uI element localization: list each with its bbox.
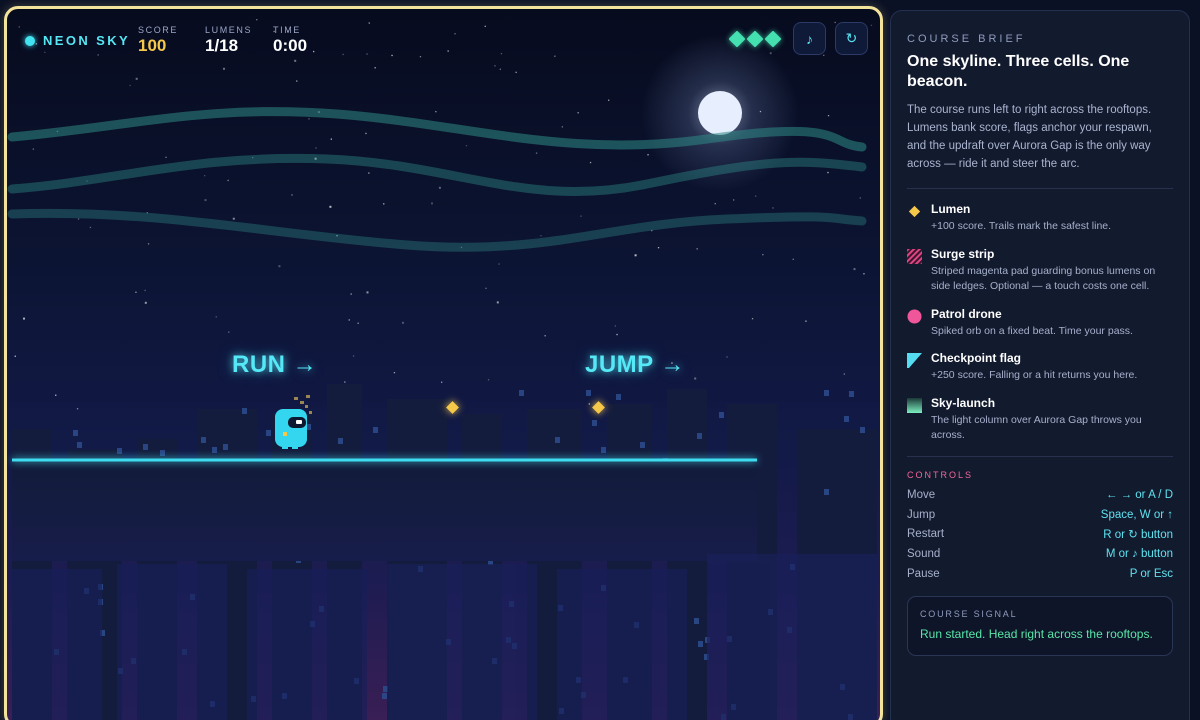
lumen-pickup — [592, 401, 605, 414]
legend-desc: Spiked orb on a fixed beat. Time your pa… — [931, 324, 1133, 337]
moon — [698, 91, 742, 135]
signal-message: Run started. Head right across the rooft… — [920, 627, 1153, 642]
game-scene — [7, 19, 877, 720]
legend-desc: +100 score. Trails mark the safest line. — [931, 220, 1112, 232]
time-value: 0:00 — [273, 36, 308, 55]
brief-body: The course runs left to right across the… — [907, 104, 1152, 170]
coach-text-run: RUN → — [232, 351, 318, 378]
life-cells — [728, 30, 782, 48]
legend-name: Lumen — [931, 202, 971, 216]
control-action: Restart — [907, 528, 945, 541]
player-character — [275, 395, 312, 449]
time-label: TIME — [273, 25, 301, 35]
legend-item: Checkpoint flag +250 score. Falling or a… — [907, 351, 1173, 384]
life-cell-icon — [728, 30, 746, 48]
coach-text-jump: JUMP → — [585, 351, 685, 378]
legend-desc: +250 score. Falling or a hit returns you… — [931, 369, 1138, 381]
game-viewport[interactable]: NEON SKY SCORE 100 LUMENS 1/18 TIME 0:00… — [4, 6, 883, 720]
music-note-icon: ♪ — [806, 30, 813, 47]
brief-title: One skyline. Three cells. One beacon. — [907, 53, 1130, 90]
divider — [907, 455, 1173, 457]
life-cell-icon — [764, 30, 782, 48]
legend-item: Sky-launch The light column over Aurora … — [907, 396, 1173, 444]
control-row: Jump Space, W or ↑ — [907, 505, 1173, 525]
lower-skyline — [12, 554, 877, 720]
controls-title: CONTROLS — [907, 469, 974, 480]
course-signal-box: COURSE SIGNAL Run started. Head right ac… — [907, 596, 1173, 657]
life-cell-icon — [746, 30, 764, 48]
lumens-value: 1/18 — [205, 36, 239, 55]
score-stat: SCORE 100 — [138, 25, 178, 56]
control-keys: Space, W or ↑ — [1100, 508, 1173, 521]
brief-kicker: COURSE BRIEF — [907, 33, 1026, 45]
control-action: Move — [907, 489, 936, 502]
controls-list: Move ← → or A / D Jump Space, W or ↑ Res… — [907, 486, 1173, 584]
legend-item: Surge strip Striped magenta pad guarding… — [907, 247, 1173, 295]
control-keys: R or ↻ button — [1103, 529, 1173, 542]
sky-launch-icon — [907, 397, 922, 413]
score-value: 100 — [138, 36, 167, 55]
time-stat: TIME 0:00 — [273, 25, 307, 56]
checkpoint-flag-icon — [907, 353, 922, 368]
legend-name: Surge strip — [931, 246, 995, 261]
restart-button[interactable]: ↻ — [835, 22, 868, 55]
legend-name: Checkpoint flag — [931, 351, 1022, 365]
legend-list: Lumen +100 score. Trails mark the safest… — [907, 202, 1173, 444]
control-row: Sound M or ♪ button — [907, 544, 1173, 564]
control-row: Move ← → or A / D — [907, 486, 1173, 506]
control-keys: ← → or A / D — [1105, 489, 1173, 502]
sound-button[interactable]: ♪ — [793, 22, 826, 55]
control-row: Pause P or Esc — [907, 564, 1173, 584]
control-action: Sound — [907, 548, 941, 561]
rooftop-block — [12, 461, 757, 561]
lumens-stat: LUMENS 1/18 — [205, 25, 252, 56]
game-title: NEON SKY — [43, 33, 131, 48]
signal-title: COURSE SIGNAL — [920, 609, 1018, 620]
control-action: Pause — [907, 567, 940, 580]
lumen-pickup — [446, 401, 459, 414]
lumens-label: LUMENS — [205, 25, 253, 35]
patrol-drone-icon — [907, 309, 922, 323]
legend-name: Patrol drone — [931, 306, 1002, 321]
hud-brand: NEON SKY — [25, 33, 130, 48]
legend-item: Patrol drone Spiked orb on a fixed beat.… — [907, 307, 1173, 340]
control-row: Restart R or ↻ button — [907, 525, 1173, 545]
legend-name: Sky-launch — [931, 395, 996, 410]
lumen-icon — [908, 205, 921, 218]
divider — [907, 188, 1173, 189]
legend-desc: Striped magenta pad guarding bonus lumen… — [931, 264, 1156, 293]
legend-item: Lumen +100 score. Trails mark the safest… — [907, 202, 1173, 235]
legend-desc: The light column over Aurora Gap throws … — [931, 413, 1142, 442]
surge-strip-icon — [907, 248, 922, 264]
score-label: SCORE — [138, 25, 179, 35]
control-action: Jump — [907, 508, 936, 521]
control-keys: M or ♪ button — [1105, 548, 1173, 561]
control-keys: P or Esc — [1129, 567, 1173, 580]
course-brief-panel: COURSE BRIEF One skyline. Three cells. O… — [890, 10, 1190, 720]
restart-icon: ↻ — [845, 30, 858, 46]
status-dot-icon — [25, 35, 35, 46]
